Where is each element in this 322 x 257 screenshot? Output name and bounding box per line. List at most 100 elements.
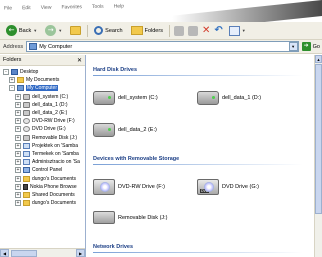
move-to-icon[interactable] xyxy=(173,25,184,36)
tree-item[interactable]: - Desktop xyxy=(0,68,85,76)
tree-item[interactable]: + Nokia Phone Browse xyxy=(0,183,85,191)
undo-icon[interactable]: ↶ xyxy=(214,25,222,36)
scrollbar-thumb[interactable] xyxy=(315,64,322,214)
dvd-drive-icon: DVD xyxy=(197,179,219,195)
tree-item[interactable]: + Termekek on 'Samba xyxy=(0,150,85,158)
collapse-icon[interactable]: - xyxy=(3,69,9,76)
collapse-icon[interactable]: - xyxy=(9,85,15,92)
delete-icon[interactable]: ✕ xyxy=(202,25,210,36)
tree-item[interactable]: + Removable Disk (J:) xyxy=(0,134,85,142)
expand-icon[interactable]: + xyxy=(15,142,21,149)
expand-icon[interactable]: + xyxy=(9,77,15,84)
views-button[interactable]: ▼ xyxy=(227,24,248,38)
scroll-up-icon[interactable]: ▲ xyxy=(315,55,322,63)
tree-item[interactable]: + dell_system (C:) xyxy=(0,93,85,101)
tree-item[interactable]: + dell_data_1 (D:) xyxy=(0,101,85,109)
tree-item[interactable]: + DVD Drive (G:) xyxy=(0,125,85,133)
tree-item[interactable]: + dungo's Documents xyxy=(0,199,85,207)
tree-item[interactable]: + dell_data_2 (E:) xyxy=(0,109,85,117)
drive-label: dell_data_2 (E:) xyxy=(118,127,157,133)
address-label: Address xyxy=(3,43,24,50)
tree-item[interactable]: + Adminisztracio on 'Sa xyxy=(0,158,85,166)
search-label: Search xyxy=(105,27,123,34)
folders-label: Folders xyxy=(144,27,163,34)
address-input[interactable]: My Computer ▼ xyxy=(26,41,299,52)
search-icon xyxy=(94,26,104,35)
tree-item[interactable]: + Projektek on 'Samba xyxy=(0,142,85,150)
folder-tree: - Desktop + My Documents - My Computer + dell_s… xyxy=(0,66,85,247)
section-divider xyxy=(93,164,303,165)
drive-item[interactable]: DVD DVD Drive (G:) xyxy=(197,179,259,195)
menu-help[interactable]: Help xyxy=(114,3,124,13)
drive-icon xyxy=(23,93,30,100)
folder-icon xyxy=(17,77,24,84)
chevron-down-icon[interactable]: ▼ xyxy=(242,28,246,33)
computer-icon xyxy=(29,43,38,50)
drive-item[interactable]: DVD-RW Drive (F:) xyxy=(93,179,165,195)
chevron-down-icon[interactable]: ▼ xyxy=(33,28,37,33)
chevron-down-icon[interactable]: ▼ xyxy=(288,42,298,51)
up-folder-button[interactable] xyxy=(68,24,83,38)
drive-icon xyxy=(23,134,30,141)
computer-icon xyxy=(17,85,24,92)
menu-view[interactable]: View xyxy=(41,5,52,15)
folder-icon xyxy=(23,191,30,198)
tree-item[interactable]: + Shared Documents xyxy=(0,191,85,199)
drive-item[interactable]: Removable Disk (J:) xyxy=(93,211,168,224)
drive-item[interactable]: dell_system (C:) xyxy=(93,91,158,105)
scroll-right-icon[interactable]: ▶ xyxy=(76,249,85,257)
menu-favorites[interactable]: Favorites xyxy=(61,4,82,14)
tree-item-label: Removable Disk (J:) xyxy=(32,134,78,141)
expand-icon[interactable]: + xyxy=(15,126,21,133)
close-icon[interactable]: ✕ xyxy=(77,57,82,64)
search-button[interactable]: Search xyxy=(92,24,124,38)
expand-icon[interactable]: + xyxy=(15,93,21,100)
horizontal-scrollbar[interactable]: ◀ ▶ xyxy=(0,248,85,257)
control-panel-icon xyxy=(23,167,30,174)
scroll-left-icon[interactable]: ◀ xyxy=(0,249,9,257)
drive-label: dell_system (C:) xyxy=(118,95,158,101)
expand-icon[interactable]: + xyxy=(15,110,21,117)
back-label: Back xyxy=(19,27,32,34)
tree-item-label: Nokia Phone Browse xyxy=(30,183,77,190)
expand-icon[interactable]: + xyxy=(15,134,21,141)
expand-icon[interactable]: + xyxy=(15,159,21,166)
expand-icon[interactable]: + xyxy=(15,183,21,190)
folders-button[interactable]: Folders xyxy=(129,24,165,38)
views-icon xyxy=(228,25,240,36)
tree-item[interactable]: + DVD-RW Drive (F:) xyxy=(0,117,85,125)
menu-tools[interactable]: Tools xyxy=(92,4,104,14)
expand-icon[interactable]: + xyxy=(15,150,21,157)
vertical-scrollbar[interactable]: ▲ xyxy=(314,55,322,257)
menu-edit[interactable]: Edit xyxy=(22,5,31,15)
expand-icon[interactable]: + xyxy=(15,101,21,108)
tree-item-label: dungo's Documents xyxy=(32,200,77,207)
folders-pane: Folders ✕ - Desktop + My Documents - My Compu… xyxy=(0,55,86,257)
drive-item[interactable]: dell_data_2 (E:) xyxy=(93,123,157,137)
expand-icon[interactable]: + xyxy=(15,191,21,198)
back-button[interactable]: ← Back ▼ xyxy=(4,24,39,38)
section-title-removable: Devices with Removable Storage xyxy=(93,156,180,162)
expand-icon[interactable]: + xyxy=(15,200,21,207)
tree-item[interactable]: - My Computer xyxy=(0,84,85,92)
standard-toolbar: ← Back ▼ → ▼ Search Folders ✕ ↶ ▼ xyxy=(0,22,322,40)
network-drive-icon xyxy=(23,159,30,166)
tree-item[interactable]: + My Documents xyxy=(0,76,85,84)
copy-to-icon[interactable] xyxy=(187,25,198,36)
tree-item-label: My Documents xyxy=(26,77,60,84)
go-button[interactable]: ➜ Go xyxy=(301,42,320,51)
tree-item-label: Control Panel xyxy=(32,167,63,174)
scrollbar-thumb[interactable] xyxy=(11,249,37,257)
tree-item[interactable]: + Control Panel xyxy=(0,166,85,174)
expand-icon[interactable]: + xyxy=(15,118,21,125)
forward-button[interactable]: → ▼ xyxy=(43,24,64,38)
tree-item-label: Projektek on 'Samba xyxy=(32,142,78,149)
expand-icon[interactable]: + xyxy=(15,175,21,182)
drive-item[interactable]: dell_data_1 (D:) xyxy=(197,91,261,105)
expand-icon[interactable]: + xyxy=(15,167,21,174)
tree-item[interactable]: + dungo's Documents xyxy=(0,174,85,182)
removable-disk-icon xyxy=(93,211,115,224)
chevron-down-icon[interactable]: ▼ xyxy=(58,28,62,33)
menu-file[interactable]: File xyxy=(4,5,12,15)
address-bar: Address My Computer ▼ ➜ Go xyxy=(0,40,322,54)
